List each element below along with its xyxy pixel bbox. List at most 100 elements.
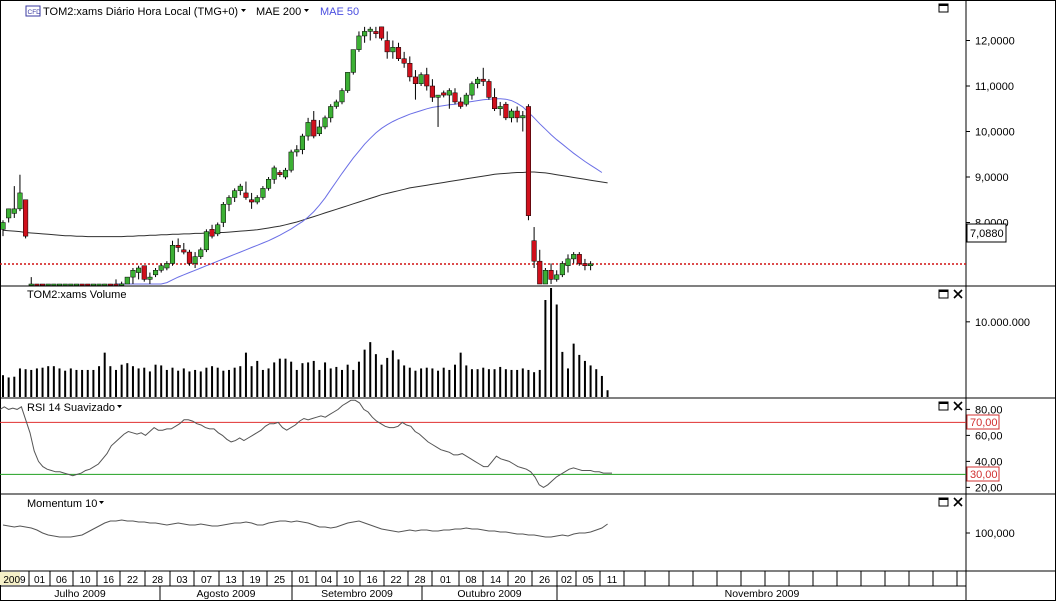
candle-body xyxy=(452,92,458,103)
momentum-panel-title[interactable]: Momentum 10 xyxy=(27,498,97,510)
candle-body xyxy=(209,229,215,237)
candle-body xyxy=(311,119,317,137)
candle-body xyxy=(203,231,209,251)
candle-body xyxy=(237,185,243,191)
candle-body xyxy=(395,47,402,59)
candle-body xyxy=(305,122,311,137)
candle-body xyxy=(571,254,577,260)
rsi-y-tick-label: 60,00 xyxy=(975,430,1003,442)
candle-body xyxy=(475,78,481,84)
axis-day-label: 25 xyxy=(274,575,286,586)
momentum-y-tick-label: 100,000 xyxy=(975,528,1015,540)
dropdown-arrow-icon[interactable] xyxy=(241,9,246,12)
candle-body xyxy=(260,188,266,198)
axis-day-label: 28 xyxy=(414,575,426,586)
candle-body xyxy=(164,263,170,269)
candle-body xyxy=(153,270,159,276)
axis-day-label: 19 xyxy=(249,575,261,586)
candle-body xyxy=(73,283,80,286)
candle-body xyxy=(282,169,289,178)
candle-body xyxy=(333,101,339,107)
candle-body xyxy=(175,245,181,248)
candle-body xyxy=(90,283,96,286)
candle-body xyxy=(520,115,526,119)
candle-body xyxy=(339,90,345,103)
candle-body xyxy=(6,208,12,219)
candle-body xyxy=(169,245,176,264)
candle-body xyxy=(424,74,430,87)
chart-title[interactable]: TOM2:xams Diário Hora Local (TMG+0) xyxy=(43,6,238,18)
candle-body xyxy=(435,94,441,98)
candle-body xyxy=(401,58,407,64)
axis-month-label: Agosto 2009 xyxy=(197,588,256,600)
candle-body xyxy=(266,179,272,189)
candle-body xyxy=(418,74,424,84)
price-y-tick-label: 10,0000 xyxy=(975,127,1015,139)
candle-body xyxy=(497,106,503,109)
candle-body xyxy=(446,90,452,96)
candle-body xyxy=(34,283,40,286)
candle-body xyxy=(158,265,164,271)
candle-body xyxy=(548,270,554,280)
candle-body xyxy=(525,106,532,216)
candle-body xyxy=(102,283,108,286)
candle-body xyxy=(492,97,498,109)
dropdown-arrow-icon[interactable] xyxy=(99,501,104,504)
candle-body xyxy=(390,47,396,53)
dropdown-arrow-icon[interactable] xyxy=(117,405,122,408)
candle-body xyxy=(565,258,571,266)
candle-body xyxy=(486,81,492,98)
candle-body xyxy=(503,103,509,119)
candle-body xyxy=(68,283,74,286)
axis-day-label: 10 xyxy=(79,575,91,586)
candle-body xyxy=(215,224,221,235)
candle-body xyxy=(531,240,537,262)
y-tick-labels-layer: 8,00009,000010,000011,000012,000010.000.… xyxy=(966,36,1030,540)
candle-body xyxy=(56,283,63,286)
close-icon[interactable] xyxy=(953,497,963,507)
candle-body xyxy=(576,254,582,264)
candle-body xyxy=(226,197,232,205)
candle-body xyxy=(147,276,153,280)
close-icon[interactable] xyxy=(953,289,963,299)
candle-body xyxy=(537,260,543,285)
dropdown-arrow-icon[interactable] xyxy=(304,9,309,12)
close-icon[interactable] xyxy=(953,401,963,411)
price-panel-header: CFD TOM2:xams Diário Hora Local (TMG+0) … xyxy=(25,5,359,18)
candle-body xyxy=(508,110,515,119)
axis-month-label: Setembro 2009 xyxy=(321,588,393,600)
axis-day-label: 01 xyxy=(298,575,310,586)
axis-day-label: 16 xyxy=(366,575,378,586)
axis-month-label: Novembro 2009 xyxy=(725,588,800,600)
candle-body xyxy=(316,126,322,135)
candle-body xyxy=(130,270,136,278)
candle-body xyxy=(458,101,464,107)
candle-body xyxy=(463,94,469,105)
candle-body xyxy=(271,167,277,180)
chart-frame xyxy=(0,0,1056,601)
candle-body xyxy=(45,283,51,286)
candle-body xyxy=(277,172,283,175)
price-y-tick-label: 9,0000 xyxy=(975,172,1009,184)
chart-window: 2009 01 06 10 16 22 28 03 07 13 19 25 01 04 10 16 22 28 01… xyxy=(0,0,1056,601)
axis-month-label: Julho 2009 xyxy=(54,588,106,600)
candle-body xyxy=(362,31,368,37)
candle-body xyxy=(136,267,142,273)
candle-body xyxy=(294,149,300,153)
candle-body xyxy=(85,283,91,286)
mae200-label[interactable]: MAE 200 xyxy=(256,6,301,18)
candle-body xyxy=(51,283,57,286)
axis-day-label: 08 xyxy=(465,575,477,586)
candle-body xyxy=(322,117,328,128)
candle-body xyxy=(373,31,379,34)
axis-day-label: 01 xyxy=(440,575,452,586)
mae200-line xyxy=(2,171,608,238)
candle-body xyxy=(11,208,17,214)
price-y-tick-label: 11,0000 xyxy=(975,81,1014,93)
axis-day-label: 14 xyxy=(490,575,502,586)
momentum-layer xyxy=(2,519,608,538)
mae50-label[interactable]: MAE 50 xyxy=(320,6,359,18)
volume-panel-title[interactable]: TOM2:xams Volume xyxy=(27,289,126,301)
candle-body xyxy=(186,251,192,264)
rsi-panel-title[interactable]: RSI 14 Suavizado xyxy=(27,402,115,414)
